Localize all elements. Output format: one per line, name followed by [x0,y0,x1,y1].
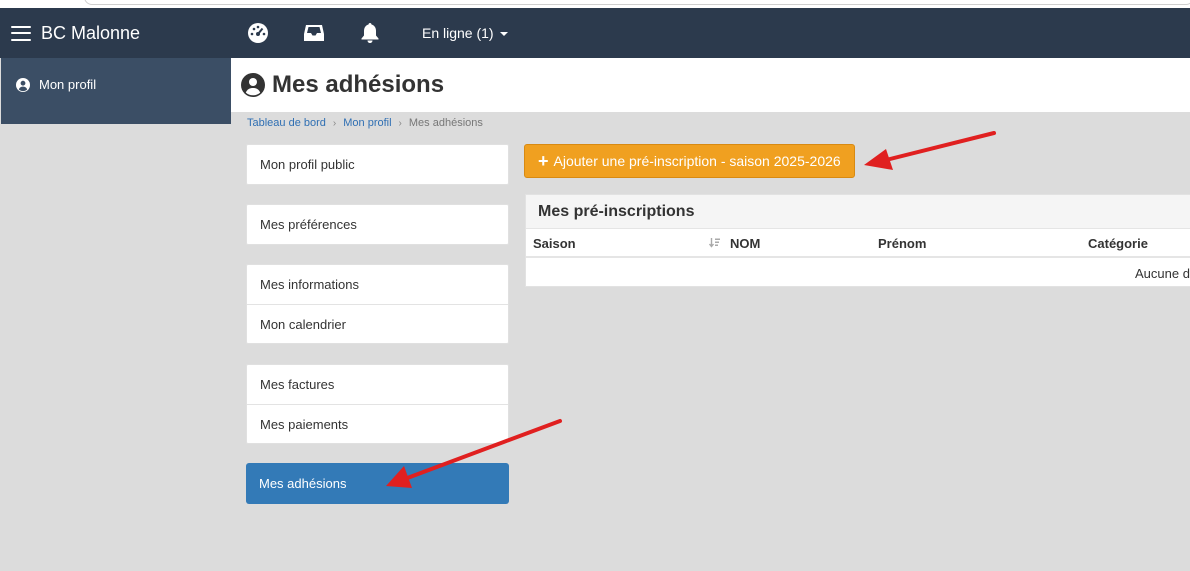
profile-menu-group-billing: Mes factures Mes paiements [246,364,509,444]
page-header: Mes adhésions [231,58,1190,112]
page-title: Mes adhésions [272,71,445,98]
profile-menu-group-public: Mon profil public [246,144,509,185]
navbar-icons: En ligne (1) [247,8,508,58]
dashboard-icon[interactable] [247,22,269,44]
menu-item-calendar[interactable]: Mon calendrier [247,304,508,343]
address-bar[interactable] [84,0,1190,5]
online-status-label: En ligne (1) [422,25,494,41]
sort-icon[interactable] [709,238,720,249]
preinscriptions-panel: Mes pré-inscriptions Saison NOM Prénom C… [525,194,1190,287]
table-header: Saison NOM Prénom Catégorie [526,229,1190,258]
sidebar-item-mon-profil[interactable]: Mon profil [16,77,96,92]
profile-menu-group-memberships: Mes adhésions [246,463,509,504]
user-circle-icon [16,77,30,92]
hamburger-menu-icon[interactable] [11,25,31,41]
column-header-categorie[interactable]: Catégorie [1088,236,1148,251]
panel-title: Mes pré-inscriptions [526,195,1190,229]
menu-item-public-profile[interactable]: Mon profil public [247,145,508,184]
red-arrow-to-add-button [864,131,996,170]
bell-icon[interactable] [359,22,381,44]
breadcrumb-separator: › [332,117,337,129]
breadcrumb-link-dashboard[interactable]: Tableau de bord [247,117,326,129]
sidebar-item-label: Mon profil [39,77,97,92]
empty-message: Aucune d [1135,266,1190,281]
menu-item-invoices[interactable]: Mes factures [247,365,508,404]
top-navbar: BC Malonne En ligne (1) [0,8,1190,58]
add-preinscription-label: Ajouter une pré-inscription - saison 202… [553,153,841,169]
browser-address-bar-edge [0,0,1190,8]
column-header-nom[interactable]: NOM [730,236,760,251]
caret-down-icon [499,32,508,36]
brand-name[interactable]: BC Malonne [41,23,140,44]
menu-item-payments[interactable]: Mes paiements [247,404,508,443]
user-circle-icon [241,73,265,97]
breadcrumb-link-profile[interactable]: Mon profil [343,117,391,129]
plus-icon: + [538,151,549,171]
add-preinscription-button[interactable]: + Ajouter une pré-inscription - saison 2… [524,144,855,178]
profile-menu-group-preferences: Mes préférences [246,204,509,245]
menu-item-preferences[interactable]: Mes préférences [247,205,508,244]
column-header-prenom[interactable]: Prénom [878,236,926,251]
table-empty-row: Aucune d [526,258,1190,287]
online-status-dropdown[interactable]: En ligne (1) [422,25,508,41]
breadcrumb-separator: › [398,117,402,129]
menu-item-information[interactable]: Mes informations [247,265,508,304]
menu-item-memberships[interactable]: Mes adhésions [246,463,509,504]
profile-menu-group-info: Mes informations Mon calendrier [246,264,509,344]
left-sidebar: Mon profil [1,58,231,124]
breadcrumb: Tableau de bord › Mon profil › Mes adhés… [247,117,483,129]
column-header-saison[interactable]: Saison [533,236,576,251]
breadcrumb-current: Mes adhésions [408,117,483,129]
inbox-icon[interactable] [303,22,325,44]
brand[interactable]: BC Malonne [0,8,231,58]
